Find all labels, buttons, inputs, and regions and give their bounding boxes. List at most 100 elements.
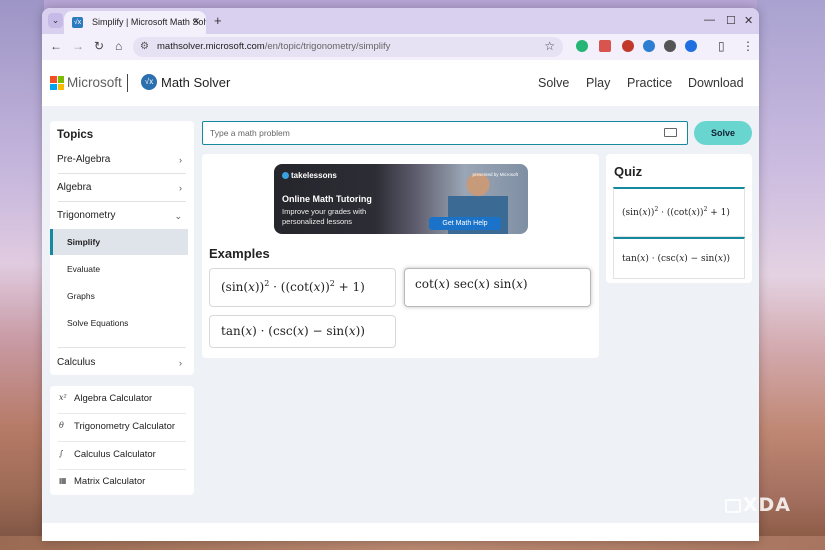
browser-tab[interactable]: √x Simplify | Microsoft Math Solver ✕	[64, 11, 206, 34]
site-info-icon[interactable]: ⚙	[140, 41, 149, 52]
header-divider	[127, 74, 128, 92]
topic-label: Calculus	[57, 357, 96, 368]
nav-download[interactable]: Download	[688, 76, 744, 90]
menu-icon[interactable]: ⋮	[742, 39, 754, 53]
chevron-right-icon: ›	[179, 183, 182, 193]
topics-title: Topics	[57, 129, 94, 141]
calculator-label: Calculus Calculator	[74, 449, 156, 460]
topic-calculus[interactable]: Calculus ›	[57, 357, 187, 368]
extension-icon[interactable]	[599, 40, 611, 52]
forward-icon[interactable]: →	[72, 39, 84, 53]
grammarly-extension-icon[interactable]	[576, 40, 588, 52]
integral-icon: ∫	[59, 449, 64, 458]
subtopic-evaluate[interactable]: Evaluate	[50, 256, 188, 282]
calculator-label: Matrix Calculator	[74, 476, 146, 487]
back-icon[interactable]: ←	[50, 39, 62, 53]
nav-practice[interactable]: Practice	[627, 76, 672, 90]
microsoft-brand[interactable]: Microsoft	[67, 75, 122, 90]
extension-badge-icon[interactable]	[622, 40, 634, 52]
desktop-wallpaper-right	[757, 0, 825, 550]
example-card-2[interactable]: cot(x) sec(x) sin(x)	[404, 268, 591, 307]
shield-extension-icon[interactable]	[643, 40, 655, 52]
matrix-calculator-link[interactable]: ▦ Matrix Calculator	[50, 469, 194, 495]
examples-title: Examples	[209, 246, 270, 261]
topic-pre-algebra[interactable]: Pre-Algebra ›	[57, 154, 187, 165]
calculator-label: Algebra Calculator	[74, 393, 153, 404]
quiz-item-1[interactable]: (sin(x))2 · ((cot(x))2 + 1)	[613, 187, 745, 237]
keyboard-icon[interactable]	[664, 128, 677, 137]
calculator-label: Trigonometry Calculator	[74, 421, 176, 432]
solve-button[interactable]: Solve	[694, 121, 752, 145]
calculators-panel: x² Algebra Calculator θ Trigonometry Calcu…	[50, 386, 194, 495]
math-solver-favicon-icon: √x	[72, 17, 83, 28]
chevron-right-icon: ›	[179, 155, 182, 165]
example-card-1[interactable]: (sin(x))2 · ((cot(x))2 + 1)	[209, 268, 396, 307]
nav-solve[interactable]: Solve	[538, 76, 569, 90]
minimize-icon[interactable]: —	[704, 14, 715, 26]
app-name[interactable]: Math Solver	[161, 75, 230, 90]
takelessons-logo: takelessons	[282, 171, 337, 180]
topic-algebra[interactable]: Algebra ›	[57, 182, 187, 193]
matrix-icon: ▦	[59, 476, 67, 485]
divider	[58, 201, 186, 202]
maximize-icon[interactable]: ☐	[726, 14, 736, 27]
extension-icon-2[interactable]	[664, 40, 676, 52]
theta-icon: θ	[59, 421, 64, 430]
topic-label: Trigonometry	[57, 210, 116, 221]
quiz-card: Quiz (sin(x))2 · ((cot(x))2 + 1) tan(x) …	[606, 154, 752, 283]
get-math-help-button[interactable]: Get Math Help	[429, 217, 501, 230]
math-solver-logo-icon[interactable]: √x	[141, 74, 157, 90]
tab-close-icon[interactable]: ✕	[192, 16, 200, 27]
topic-label: Algebra	[57, 182, 92, 193]
search-placeholder: Type a math problem	[210, 128, 290, 138]
watermark-text: XDA	[742, 494, 791, 516]
url-path: /en/topic/trigonometry/simplify	[264, 41, 391, 52]
quiz-item-2[interactable]: tan(x) · (csc(x) − sin(x))	[613, 237, 745, 279]
close-window-icon[interactable]: ✕	[744, 14, 753, 27]
bookmark-star-icon[interactable]: ☆	[544, 39, 555, 53]
takelessons-ad-banner[interactable]: takelessons presented by Microsoft Onlin…	[274, 164, 528, 234]
extension-icon-3[interactable]	[685, 40, 697, 52]
tab-title: Simplify | Microsoft Math Solver	[92, 17, 206, 27]
page: Microsoft √x Math Solver Solve Play Prac…	[42, 60, 759, 541]
page-footer	[42, 523, 759, 541]
subtopic-graphs[interactable]: Graphs	[50, 283, 188, 309]
trigonometry-calculator-link[interactable]: θ Trigonometry Calculator	[50, 414, 194, 440]
nav-play[interactable]: Play	[586, 76, 610, 90]
desktop-wallpaper-left	[0, 0, 44, 550]
chevron-down-icon: ⌄	[174, 211, 182, 221]
calculus-calculator-link[interactable]: ∫ Calculus Calculator	[50, 442, 194, 468]
math-problem-input[interactable]: Type a math problem	[202, 121, 688, 145]
ad-title: Online Math Tutoring	[282, 194, 372, 204]
microsoft-logo-icon[interactable]	[50, 76, 64, 90]
topic-label: Pre-Algebra	[57, 154, 111, 165]
main-content-card: takelessons presented by Microsoft Onlin…	[202, 154, 599, 358]
subtopic-solve-equations[interactable]: Solve Equations	[50, 310, 188, 336]
ad-presented-by: presented by Microsoft	[472, 172, 518, 177]
topics-sidebar: Topics Pre-Algebra › Algebra › Trigonometr…	[50, 121, 194, 375]
xda-logo-icon	[724, 498, 741, 513]
home-icon[interactable]: ⌂	[115, 39, 122, 53]
algebra-calculator-link[interactable]: x² Algebra Calculator	[50, 386, 194, 412]
chevron-right-icon: ›	[179, 358, 182, 368]
topic-trigonometry[interactable]: Trigonometry ⌄	[57, 210, 187, 221]
subtopic-simplify[interactable]: Simplify	[50, 229, 188, 255]
side-panel-icon[interactable]: ▯	[718, 39, 725, 53]
quiz-title: Quiz	[614, 164, 643, 179]
divider	[58, 347, 186, 348]
ad-brand: takelessons	[291, 171, 337, 180]
reload-icon[interactable]: ↻	[94, 39, 104, 53]
tab-search-icon[interactable]: ⌄	[48, 13, 63, 28]
site-header: Microsoft √x Math Solver Solve Play Prac…	[42, 60, 759, 106]
takelessons-logo-icon	[282, 172, 289, 180]
example-card-3[interactable]: tan(x) · (csc(x) − sin(x))	[209, 315, 396, 348]
new-tab-icon[interactable]: +	[214, 13, 222, 28]
tab-strip: ⌄ √x Simplify | Microsoft Math Solver ✕ …	[42, 8, 759, 34]
url-host: mathsolver.microsoft.com	[157, 41, 265, 52]
browser-toolbar: ← → ↻ ⌂ ⚙ mathsolver.microsoft.com/en/to…	[42, 34, 759, 60]
address-bar[interactable]: ⚙ mathsolver.microsoft.com/en/topic/trig…	[133, 37, 563, 57]
ad-subtitle: Improve your grades with personalized le…	[282, 207, 367, 226]
browser-window: ⌄ √x Simplify | Microsoft Math Solver ✕ …	[42, 8, 759, 541]
divider	[58, 173, 186, 174]
x-squared-icon: x²	[59, 393, 67, 402]
